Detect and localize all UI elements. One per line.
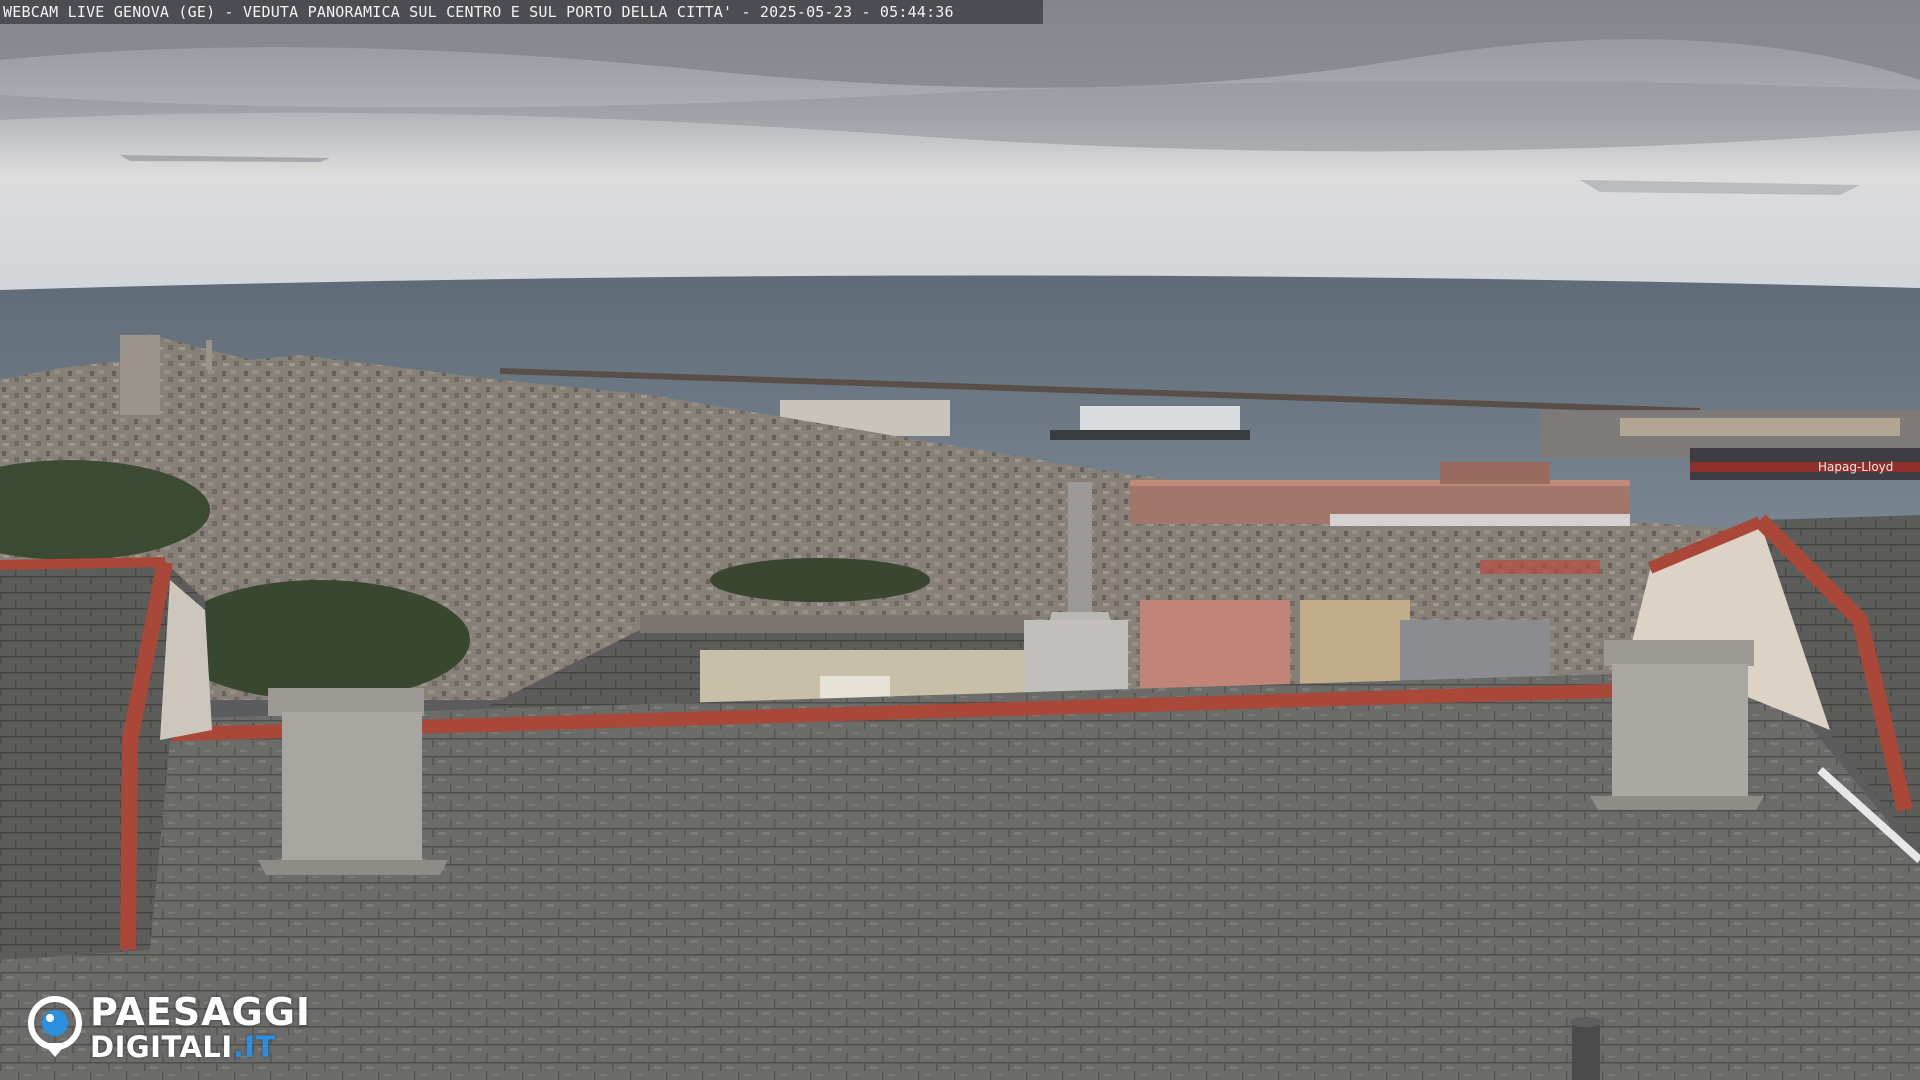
ship-name-text: Hapag-Lloyd [1818,460,1893,474]
logo-line-1: PAESAGGI [90,989,312,1034]
logo-line-2-suffix: .IT [232,1029,276,1064]
webcam-frame: Hapag-Lloyd WEBCAM LIVE GENOVA (GE) - VE… [0,0,1920,1080]
webcam-caption: WEBCAM LIVE GENOVA (GE) - VEDUTA PANORAM… [0,0,1043,24]
camera-eye-icon [28,996,82,1057]
panorama-image: Hapag-Lloyd [0,0,1920,1080]
paesaggi-digitali-logo: PAESAGGI DIGITALI.IT [26,992,346,1062]
logo-line-2-main: DIGITALI [90,1029,233,1064]
logo-line-2: DIGITALI.IT [90,1029,311,1064]
